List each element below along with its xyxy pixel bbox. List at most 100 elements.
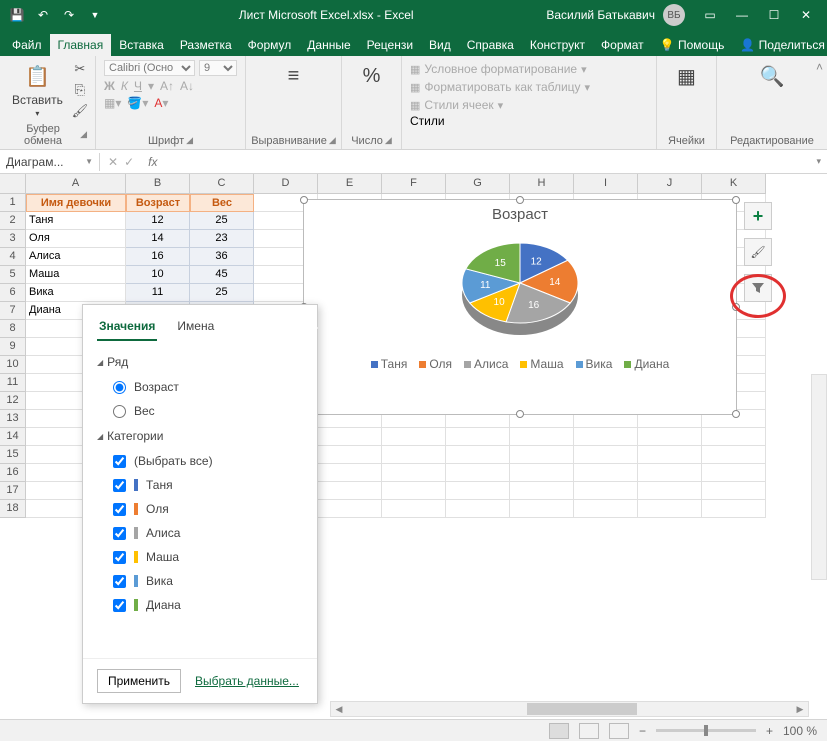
cell[interactable]: Вес	[190, 194, 254, 212]
col-header[interactable]: I	[574, 174, 638, 194]
tab-layout[interactable]: Разметка	[172, 34, 240, 56]
row-header[interactable]: 3	[0, 230, 26, 248]
row-header[interactable]: 1	[0, 194, 26, 212]
row-header[interactable]: 9	[0, 338, 26, 356]
cell[interactable]	[510, 428, 574, 446]
tab-format[interactable]: Формат	[593, 34, 652, 56]
user-avatar[interactable]: ВБ	[663, 4, 685, 26]
cell[interactable]	[638, 464, 702, 482]
cell[interactable]	[574, 446, 638, 464]
row-header[interactable]: 8	[0, 320, 26, 338]
cell[interactable]	[382, 482, 446, 500]
check-select-all[interactable]: (Выбрать все)	[97, 449, 303, 473]
undo-icon[interactable]: ↶	[32, 4, 54, 26]
cell[interactable]: 10	[126, 266, 190, 284]
cell[interactable]: Имя девочки	[26, 194, 126, 212]
cell[interactable]	[702, 464, 766, 482]
cell[interactable]: Вика	[26, 284, 126, 302]
cell[interactable]: 45	[190, 266, 254, 284]
cell[interactable]: 16	[126, 248, 190, 266]
cell[interactable]: 36	[190, 248, 254, 266]
chart-elements-button[interactable]: +	[744, 202, 772, 230]
cell[interactable]	[510, 500, 574, 518]
col-header[interactable]: K	[702, 174, 766, 194]
font-grow-icon[interactable]: A↑	[160, 79, 174, 93]
cell[interactable]	[446, 464, 510, 482]
col-header[interactable]: B	[126, 174, 190, 194]
row-header[interactable]: 11	[0, 374, 26, 392]
cell[interactable]: 11	[126, 284, 190, 302]
col-header[interactable]: D	[254, 174, 318, 194]
share-button[interactable]: 👤 Поделиться	[732, 34, 827, 56]
cell[interactable]	[510, 464, 574, 482]
tab-insert[interactable]: Вставка	[111, 34, 172, 56]
filter-category-item[interactable]: Таня	[97, 473, 303, 497]
zoom-out-icon[interactable]: −	[639, 724, 646, 738]
filter-tab-names[interactable]: Имена	[175, 315, 216, 341]
cell[interactable]	[382, 428, 446, 446]
row-header[interactable]: 16	[0, 464, 26, 482]
col-header[interactable]: F	[382, 174, 446, 194]
normal-view-icon[interactable]	[549, 723, 569, 739]
zoom-level[interactable]: 100 %	[783, 724, 817, 738]
cell[interactable]	[382, 500, 446, 518]
cell[interactable]	[638, 500, 702, 518]
tab-review[interactable]: Рецензи	[359, 34, 421, 56]
zoom-slider[interactable]	[656, 729, 756, 732]
cell[interactable]	[446, 428, 510, 446]
radio-weight[interactable]: Вес	[97, 399, 303, 423]
cells-button[interactable]: ▦	[665, 60, 708, 92]
col-header[interactable]: H	[510, 174, 574, 194]
chart-title[interactable]: Возраст	[304, 200, 736, 229]
enter-formula-icon[interactable]: ✓	[124, 155, 134, 169]
font-name-select[interactable]: Calibri (Осно	[104, 60, 195, 76]
font-shrink-icon[interactable]: A↓	[180, 79, 194, 93]
format-painter-icon[interactable]: 🖌	[71, 102, 89, 120]
cell[interactable]: Оля	[26, 230, 126, 248]
close-icon[interactable]: ✕	[791, 4, 821, 26]
border-icon[interactable]: ▦▾	[104, 96, 121, 110]
minimize-icon[interactable]: —	[727, 4, 757, 26]
cell[interactable]	[318, 500, 382, 518]
tab-formulas[interactable]: Формул	[240, 34, 300, 56]
apply-button[interactable]: Применить	[97, 669, 181, 693]
vertical-scrollbar[interactable]	[811, 374, 827, 580]
cell[interactable]	[638, 446, 702, 464]
cut-icon[interactable]: ✂	[71, 60, 89, 78]
cell[interactable]	[574, 482, 638, 500]
cell[interactable]: Алиса	[26, 248, 126, 266]
page-layout-view-icon[interactable]	[579, 723, 599, 739]
tab-home[interactable]: Главная	[50, 34, 112, 56]
cell[interactable]: Маша	[26, 266, 126, 284]
cell[interactable]	[446, 446, 510, 464]
underline-button[interactable]: Ч	[134, 79, 142, 93]
filter-tab-values[interactable]: Значения	[97, 315, 157, 341]
col-header[interactable]: A	[26, 174, 126, 194]
cell[interactable]	[702, 482, 766, 500]
fill-color-icon[interactable]: 🪣▾	[127, 96, 148, 110]
filter-category-item[interactable]: Вика	[97, 569, 303, 593]
filter-category-item[interactable]: Маша	[97, 545, 303, 569]
expand-formula-icon[interactable]: ▾	[810, 156, 827, 167]
col-header[interactable]: E	[318, 174, 382, 194]
cell[interactable]	[702, 500, 766, 518]
tell-me[interactable]: 💡 Помощь	[652, 34, 733, 56]
cell[interactable]	[510, 446, 574, 464]
filter-category-item[interactable]: Алиса	[97, 521, 303, 545]
cell[interactable]	[638, 428, 702, 446]
cell[interactable]: 25	[190, 212, 254, 230]
filter-category-item[interactable]: Оля	[97, 497, 303, 521]
copy-icon[interactable]: ⎘	[71, 81, 89, 99]
cell[interactable]	[382, 446, 446, 464]
chart-styles-button[interactable]: 🖌	[744, 238, 772, 266]
cell[interactable]	[318, 446, 382, 464]
cell[interactable]	[382, 464, 446, 482]
qat-customize-icon[interactable]: ▼	[84, 4, 106, 26]
cell[interactable]	[446, 500, 510, 518]
cell[interactable]	[638, 482, 702, 500]
col-header[interactable]: J	[638, 174, 702, 194]
ribbon-display-icon[interactable]: ▭	[695, 4, 725, 26]
cell[interactable]	[318, 464, 382, 482]
row-header[interactable]: 6	[0, 284, 26, 302]
row-header[interactable]: 2	[0, 212, 26, 230]
